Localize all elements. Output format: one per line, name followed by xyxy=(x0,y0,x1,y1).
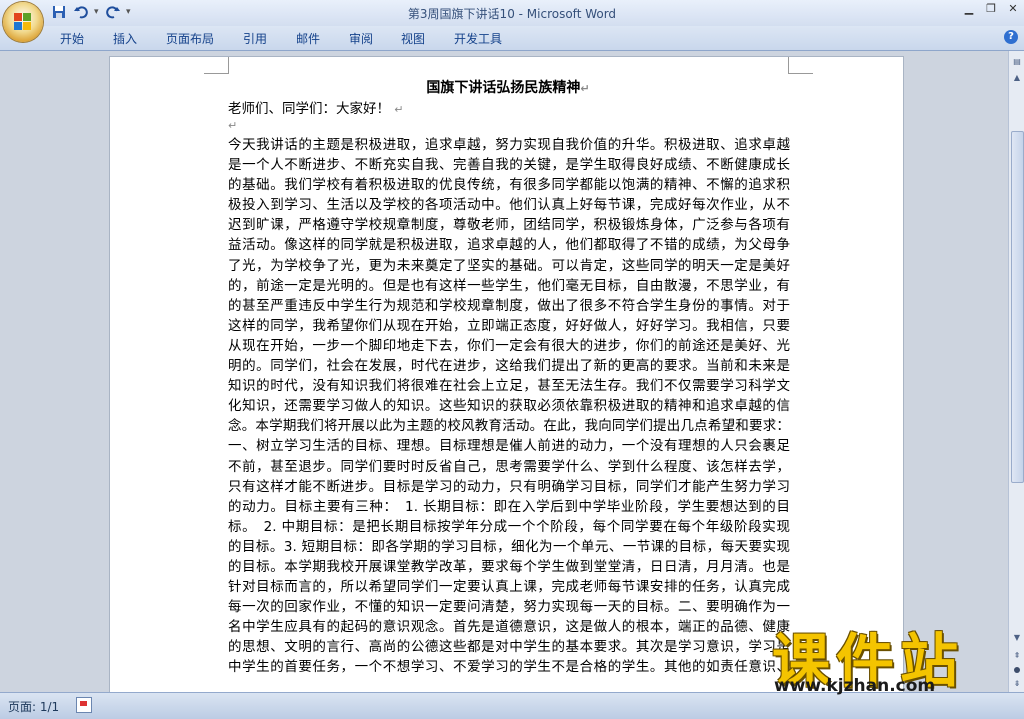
margin-corner-mark xyxy=(204,57,229,74)
window-controls: ▁ ❐ ✕ xyxy=(962,2,1020,15)
document-page[interactable]: 国旗下讲话弘扬民族精神↵ 老师们、同学们：大家好！ ↵ ↵ 今天我讲话的主题是积… xyxy=(110,57,903,692)
text-line: 的，前途一定是光明的。但是也有这样一些学生，他们毫无目标，自由散漫，不思学业，有 xyxy=(228,277,790,294)
document-area: 国旗下讲话弘扬民族精神↵ 老师们、同学们：大家好！ ↵ ↵ 今天我讲话的主题是积… xyxy=(0,51,1008,692)
text-line: 的目标。3. 短期目标：即各学期的学习目标，细化为一个单元、一节课的目标，每天要… xyxy=(228,538,790,555)
paragraph-mark: ↵ xyxy=(228,119,238,132)
text-line: 针对目标而言的，所以希望同学们一定要认真上课，完成老师每节课安排的任务，认真完成 xyxy=(228,579,790,596)
tab-review[interactable]: 审阅 xyxy=(349,30,401,47)
proofing-icon[interactable] xyxy=(76,697,92,713)
margin-corner-mark xyxy=(788,57,813,74)
text-line: 每一次的回家作业，不懂的知识一定要问清楚，努力实现每一天的目标。二、要明确作为一 xyxy=(228,599,790,616)
text-line: 的思想、文明的言行、高尚的公德这些都是对中学生的基本要求。其次是学习意识，学习是 xyxy=(228,639,790,656)
tab-insert[interactable]: 插入 xyxy=(113,30,166,47)
text-line: 名中学生应具有的起码的意识观念。首先是道德意识，这是做人的根本，端正的品德、健康 xyxy=(228,619,790,636)
watermark-logo: 课件站 www.kjzhan.com xyxy=(772,614,1022,696)
tab-view[interactable]: 视图 xyxy=(401,30,454,47)
text-line: 化知识，还需要学习做人的知识。这些知识的获取必须依靠积极进取的精神和追求卓越的信 xyxy=(228,398,790,415)
text-line: 一、树立学习生活的目标、理想。目标理想是催人前进的动力，一个没有理想的人只会裹足 xyxy=(228,438,790,455)
text-line: 的甚至严重违反中学生行为规范和学校规章制度，做出了很多不符合学生身份的事情。对于 xyxy=(228,297,790,314)
text-line: 迟到旷课，严格遵守学校规章制度，尊敬老师，团结同学，积极锻炼身体，广泛参与各项有 xyxy=(228,217,790,234)
minimize-icon[interactable]: ▁ xyxy=(962,2,976,15)
office-logo-icon xyxy=(14,13,31,30)
tab-developer[interactable]: 开发工具 xyxy=(454,30,524,47)
text-line: 是一个人不断进步、不断充实自我、完善自我的关键，是学生取得良好成绩、不断健康成长 xyxy=(228,157,790,174)
tab-home[interactable]: 开始 xyxy=(60,30,110,47)
text-line: 的动力。目标主要有三种： 1. 长期目标：即在入学后到中学毕业阶段，学生要想达到… xyxy=(228,498,790,515)
text-line: 极投入到学习、生活以及学校的各项活动中。他们认真上好每节课，完成好每次作业，从不 xyxy=(228,197,790,214)
restore-icon[interactable]: ❐ xyxy=(984,2,998,15)
help-icon[interactable]: ? xyxy=(1004,30,1018,44)
text-line: 从现在开始，一步一个脚印地走下去，你们一定会有很大的进步，你们的前途还是美好、光 xyxy=(228,337,790,354)
text-line: 这样的同学，我希望你们从现在开始，立即端正态度，好好做人，好好学习。我相信，只要 xyxy=(228,317,790,334)
text-line: 了光，为学校争了光，更为未来奠定了坚实的基础。可以肯定，这些同学的明天一定是美好 xyxy=(228,257,790,274)
window-title: 第3周国旗下讲话10 - Microsoft Word xyxy=(407,7,617,21)
text-line: 中学生的首要任务，一个不想学习、不爱学习的学生不是合格的学生。其他的如责任意识、 xyxy=(228,659,790,676)
vertical-scrollbar[interactable]: ▤ ▲ ▼ ⇞ ⇟ xyxy=(1008,51,1024,692)
ruler-toggle-icon[interactable]: ▤ xyxy=(1010,55,1024,69)
document-title: 国旗下讲话弘扬民族精神↵ xyxy=(426,80,590,96)
text-line: 念。本学期我们将开展以此为主题的校风教育活动。在此，我向同学们提出几点希望和要求… xyxy=(228,418,790,435)
text-line: 益活动。像这样的同学就是积极进取，追求卓越的人，他们都取得了不错的成绩，为父母争 xyxy=(228,237,790,254)
ribbon-tab-bar: 开始 插入 页面布局 引用 邮件 审阅 视图 开发工具 ? xyxy=(0,26,1024,51)
text-line: 的目标。本学期我校开展课堂教学改革，要求每个学生做到堂堂清，日日清，月月清。也是 xyxy=(228,558,790,575)
office-button[interactable] xyxy=(3,2,43,42)
text-line: 标。 2. 中期目标：是把长期目标按学年分成一个个阶段，每个同学要在每个年级阶段… xyxy=(228,518,790,535)
tab-references[interactable]: 引用 xyxy=(243,30,296,47)
text-line: 只有这样才能不断进步。目标是学习的动力，只有明确学习目标，同学们才能产生努力学习 xyxy=(228,478,790,495)
text-line: 知识的时代，没有知识我们将很难在社会上立足，甚至无法生存。我们不仅需要学习科学文 xyxy=(228,378,790,395)
page-count[interactable]: 页面: 1/1 xyxy=(8,698,59,715)
text-line: 今天我讲话的主题是积极进取，追求卓越，努力实现自我价值的升华。积极进取、追求卓越 xyxy=(228,137,790,153)
scrollbar-thumb[interactable] xyxy=(1011,131,1024,483)
watermark-url: www.kjzhan.com xyxy=(774,676,936,696)
close-icon[interactable]: ✕ xyxy=(1006,2,1020,15)
body-text: 今天我讲话的主题是积极进取，追求卓越，努力实现自我价值的升华。积极进取、追求卓越… xyxy=(228,135,790,678)
text-line: 不前，甚至退步。同学们要时时反省自己，思考需要学什么、学到什么程度、该怎样去学， xyxy=(228,458,790,475)
tab-page-layout[interactable]: 页面布局 xyxy=(166,30,243,47)
text-line: 的基础。我们学校有着积极进取的优良传统，有很多同学都能以饱满的精神、不懈的追求积 xyxy=(228,177,790,194)
text-line: 明的。同学们，社会在发展，时代在进步，这给我们提出了新的更高的要求。当前和未来是 xyxy=(228,358,790,375)
tab-mailings[interactable]: 邮件 xyxy=(296,30,349,47)
scroll-up-icon[interactable]: ▲ xyxy=(1010,71,1024,85)
greeting-line: 老师们、同学们：大家好！ ↵ xyxy=(228,101,404,117)
title-bar: ▾ ▾ 第3周国旗下讲话10 - Microsoft Word ▁ ❐ ✕ xyxy=(0,0,1024,26)
